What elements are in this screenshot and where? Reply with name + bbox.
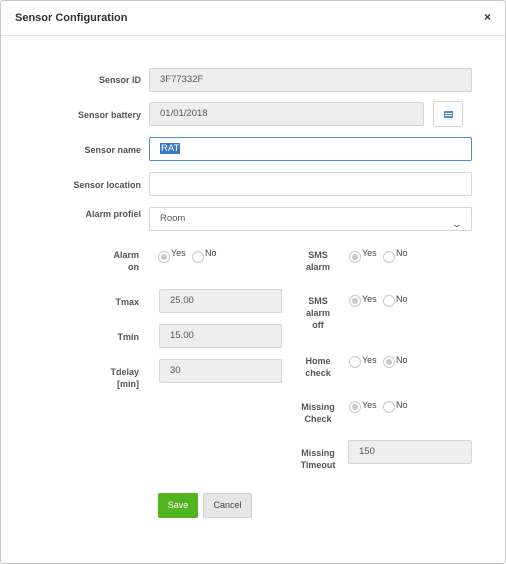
alarm-profile-label: Alarm profiel — [85, 209, 141, 219]
missing-check-yes-radio[interactable] — [349, 401, 361, 413]
missing-check-label-line2: Check — [304, 414, 332, 424]
home-check-yes-label: Yes — [362, 355, 377, 365]
dialog-title: Sensor Configuration — [15, 12, 128, 24]
home-check-no-label: No — [396, 355, 408, 365]
tdelay-label-line2: [min] — [117, 379, 139, 389]
sms-alarm-off-label: SMS alarm off — [297, 295, 339, 331]
alarm-profile-value: Room — [160, 213, 186, 224]
sensor-name-label: Sensor name — [84, 145, 141, 155]
sms-alarm-off-no-radio[interactable] — [383, 295, 395, 307]
sensor-battery-label: Sensor battery — [77, 110, 141, 120]
home-check-label-line1: Home — [305, 356, 331, 366]
save-button[interactable]: Save — [158, 493, 198, 518]
alarm-on-label: Alarm on — [97, 249, 139, 273]
sms-alarm-no-radio[interactable] — [383, 251, 395, 263]
close-icon[interactable]: × — [484, 10, 491, 24]
sms-alarm-yes-radio[interactable] — [349, 251, 361, 263]
sensor-location-label: Sensor location — [73, 180, 141, 190]
alarm-on-label-line1: Alarm — [113, 250, 139, 260]
cancel-button[interactable]: Cancel — [203, 493, 252, 518]
tdelay-label: Tdelay [min] — [97, 366, 139, 390]
sms-alarm-label-line1: SMS — [308, 250, 328, 260]
home-check-label-line2: check — [305, 368, 331, 378]
sensor-location-input[interactable] — [149, 172, 472, 196]
sms-alarm-label: SMS alarm — [297, 249, 339, 273]
dialog-header: Sensor Configuration × — [1, 1, 505, 36]
sensor-name-value: RAT — [160, 143, 181, 154]
sensor-configuration-dialog: Sensor Configuration × Sensor ID 3F77332… — [0, 0, 506, 564]
missing-check-no-label: No — [396, 400, 408, 410]
alarm-on-yes-label: Yes — [171, 248, 186, 258]
missing-timeout-input[interactable]: 150 — [348, 440, 472, 464]
home-check-label: Home check — [297, 355, 339, 379]
tdelay-label-line1: Tdelay — [110, 367, 139, 377]
tmax-input[interactable]: 25.00 — [159, 289, 282, 313]
missing-timeout-label-line1: Missing — [301, 448, 335, 458]
calendar-button[interactable] — [433, 101, 463, 127]
missing-check-yes-label: Yes — [362, 400, 377, 410]
sms-alarm-no-label: No — [396, 248, 408, 258]
sensor-id-field: 3F77332F — [149, 68, 472, 92]
chevron-down-icon: ⌄ — [451, 219, 464, 229]
missing-check-no-radio[interactable] — [383, 401, 395, 413]
calendar-icon — [444, 111, 453, 118]
missing-timeout-label-line2: Timeout — [300, 460, 336, 470]
sms-alarm-label-line2: alarm — [305, 262, 331, 272]
alarm-on-yes-radio[interactable] — [158, 251, 170, 263]
home-check-no-radio[interactable] — [383, 356, 395, 368]
sms-alarm-off-no-label: No — [396, 294, 408, 304]
tmax-label: Tmax — [115, 297, 139, 307]
sms-alarm-off-label-line2: alarm — [305, 308, 331, 318]
tdelay-input[interactable]: 30 — [159, 359, 282, 383]
missing-timeout-label: Missing Timeout — [293, 447, 343, 471]
missing-check-label-line1: Missing — [301, 402, 335, 412]
sms-alarm-off-label-line1: SMS — [308, 296, 328, 306]
sms-alarm-off-yes-radio[interactable] — [349, 295, 361, 307]
sms-alarm-off-label-line3: off — [312, 320, 324, 330]
tmin-label: Tmin — [117, 332, 140, 342]
sms-alarm-yes-label: Yes — [362, 248, 377, 258]
home-check-yes-radio[interactable] — [349, 356, 361, 368]
missing-check-label: Missing Check — [293, 401, 343, 425]
alarm-on-no-label: No — [205, 248, 217, 258]
sensor-name-input[interactable]: RAT — [149, 137, 472, 161]
alarm-profile-select[interactable]: Room ⌄ — [149, 207, 472, 231]
tmin-input[interactable]: 15.00 — [159, 324, 282, 348]
alarm-on-label-line2: on — [128, 262, 139, 272]
sms-alarm-off-yes-label: Yes — [362, 294, 377, 304]
sensor-id-label: Sensor ID — [98, 75, 141, 85]
sensor-battery-field: 01/01/2018 — [149, 102, 424, 126]
alarm-on-no-radio[interactable] — [192, 251, 204, 263]
